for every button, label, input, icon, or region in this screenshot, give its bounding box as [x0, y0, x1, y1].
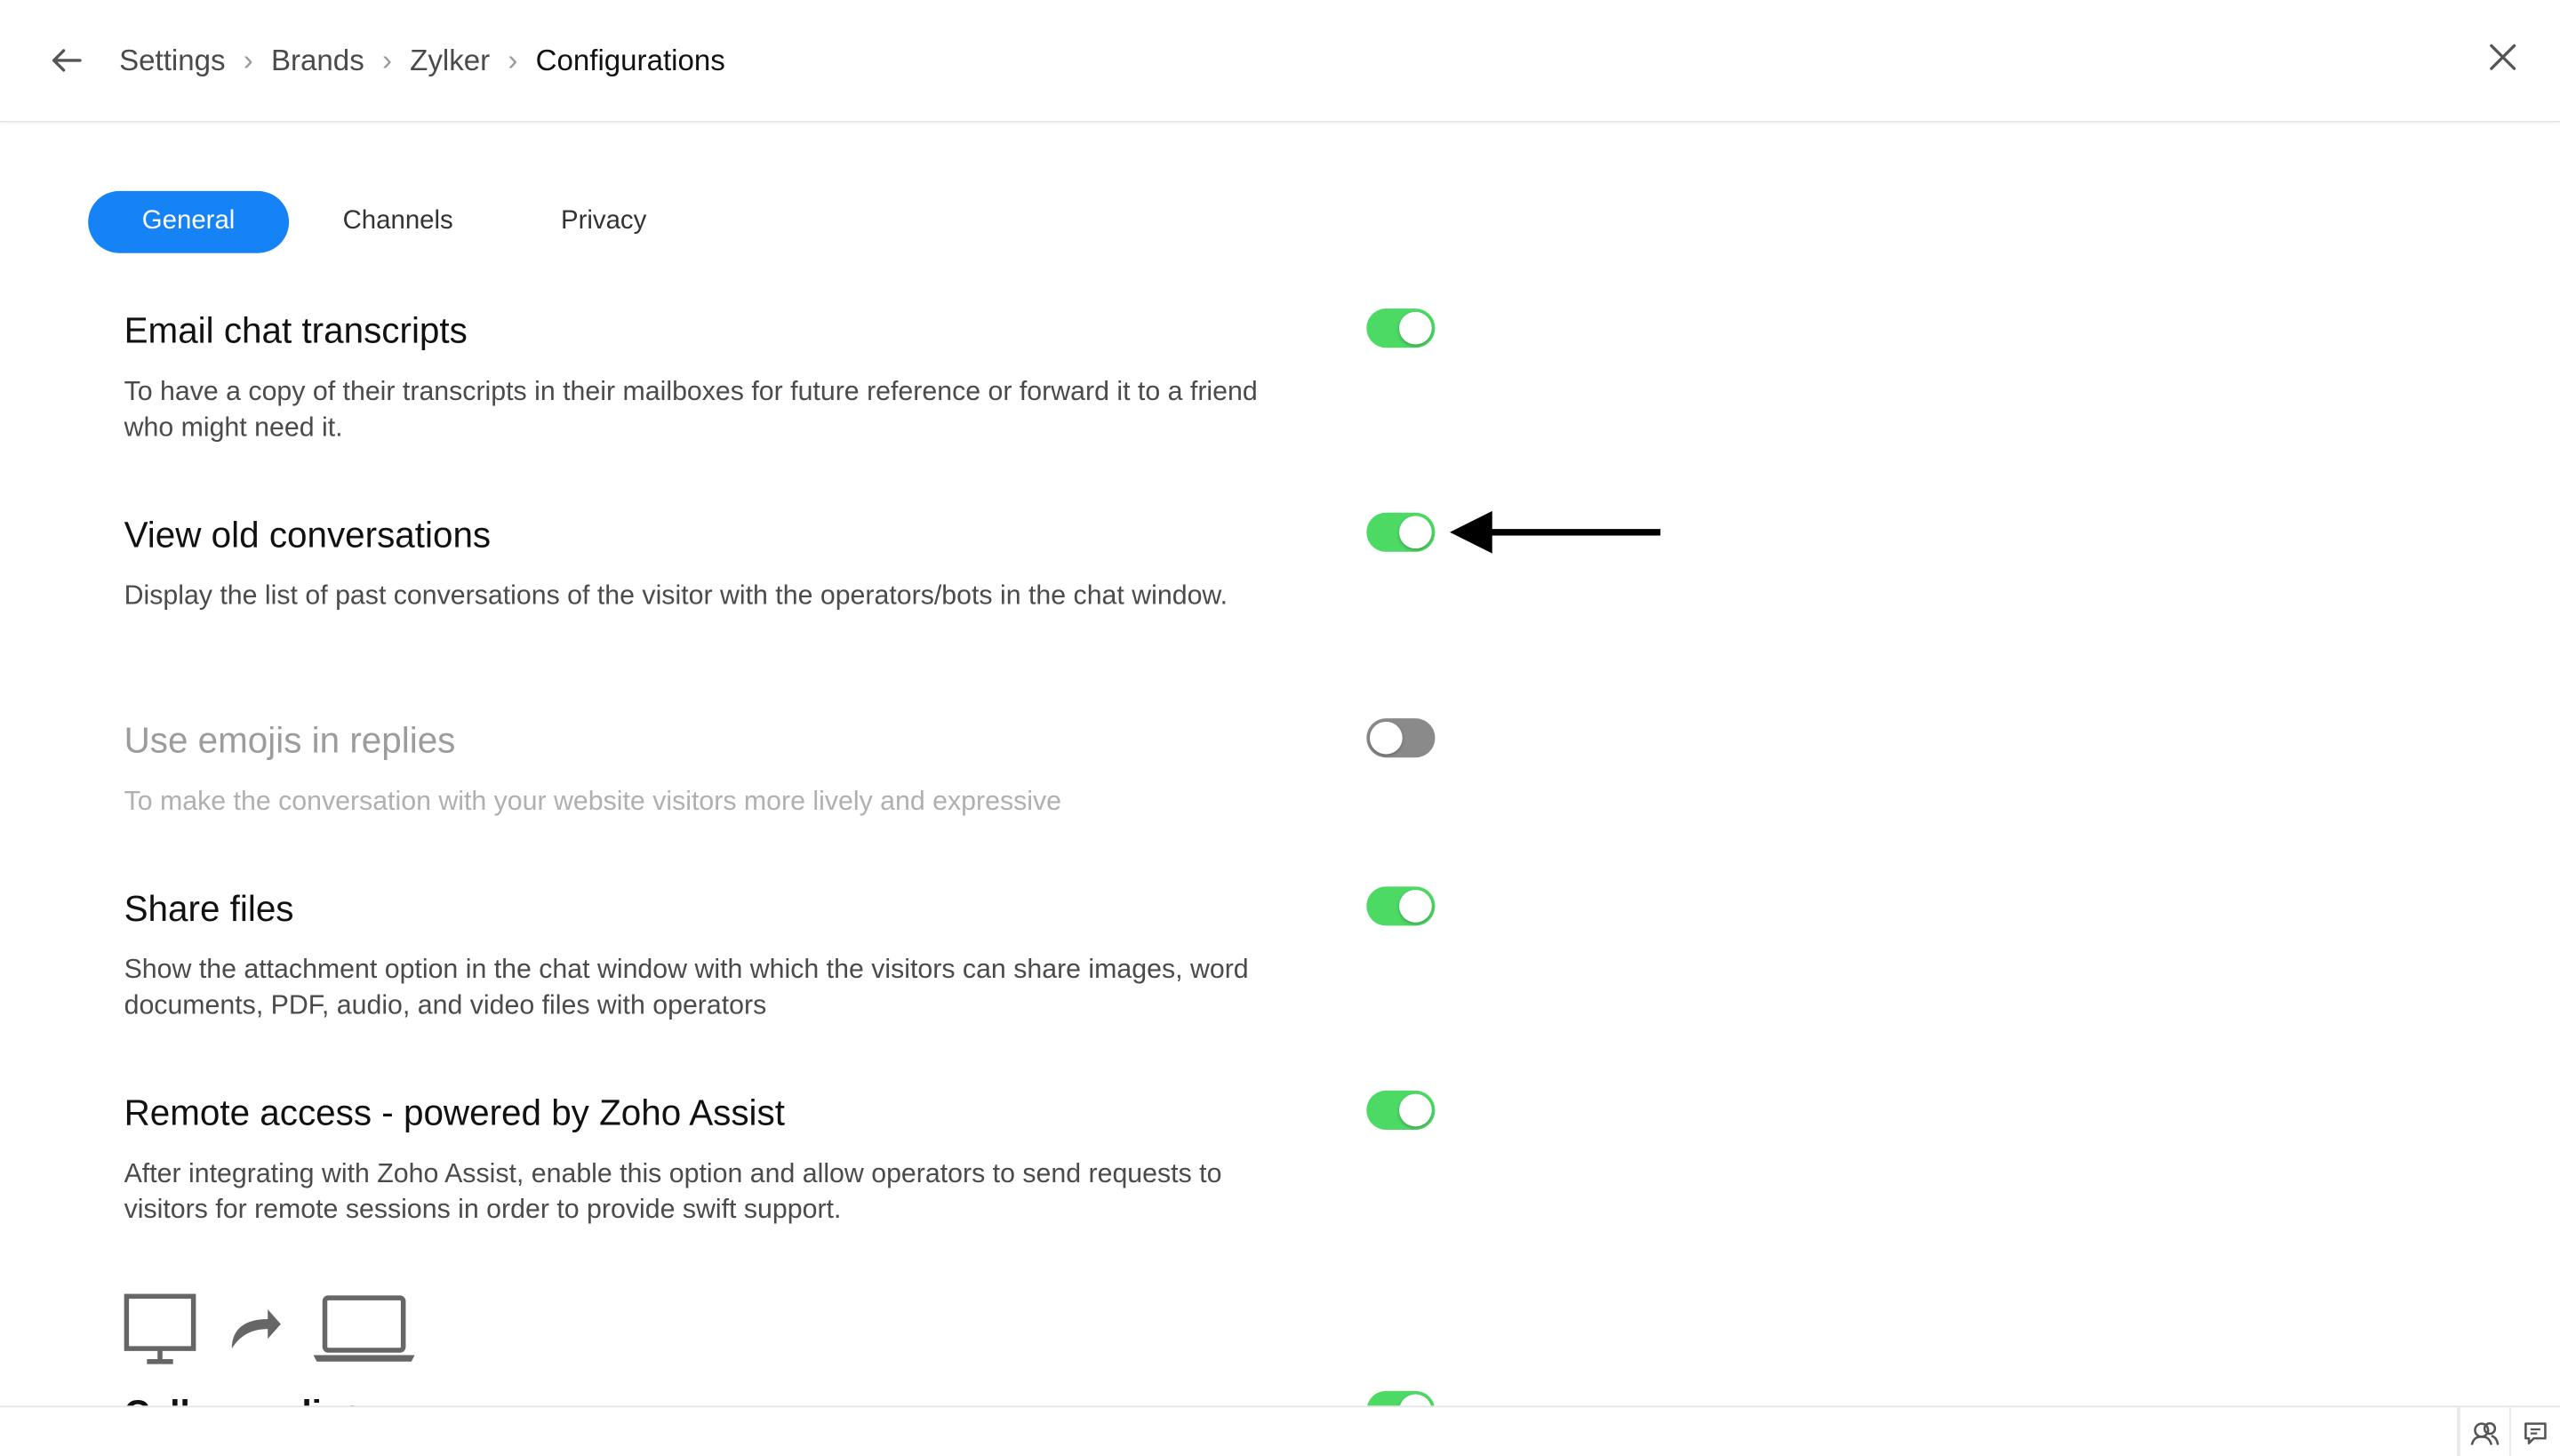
toggle-email-chat-transcripts[interactable]	[1366, 308, 1436, 348]
tab-general[interactable]: General	[88, 190, 289, 253]
breadcrumb-separator: ›	[381, 43, 392, 76]
monitor-icon	[124, 1293, 196, 1364]
breadcrumb-zylker[interactable]: Zylker	[410, 44, 490, 78]
toggle-knob	[1399, 516, 1432, 549]
setting-email-chat-transcripts: Email chat transcripts To have a copy of…	[124, 308, 1300, 445]
setting-description: To make the conversation with your websi…	[124, 787, 1061, 817]
tab-privacy[interactable]: Privacy	[507, 191, 700, 253]
close-icon	[2490, 44, 2516, 70]
setting-use-emojis: Use emojis in replies To make the conver…	[124, 718, 1300, 820]
close-button[interactable]	[2484, 39, 2520, 75]
share-arrow-icon	[231, 1309, 281, 1349]
annotation-arrow-icon	[1449, 510, 1660, 554]
tab-bar: General Channels Privacy	[88, 190, 700, 253]
setting-title: Email chat transcripts	[124, 309, 468, 351]
toggle-knob	[1399, 890, 1432, 923]
setting-title: Share files	[124, 888, 294, 930]
breadcrumb-brands[interactable]: Brands	[271, 44, 364, 78]
remote-access-illustration	[124, 1293, 415, 1364]
setting-description: After integrating with Zoho Assist, enab…	[124, 1159, 1222, 1225]
breadcrumb: Settings › Brands › Zylker › Configurati…	[119, 39, 725, 82]
setting-title: Remote access - powered by Zoho Assist	[124, 1092, 785, 1133]
header-bar: Settings › Brands › Zylker › Configurati…	[0, 0, 2560, 123]
breadcrumb-configurations: Configurations	[535, 43, 725, 76]
setting-view-old-conversations: View old conversations Display the list …	[124, 513, 1300, 614]
setting-title: Use emojis in replies	[124, 719, 456, 761]
setting-share-files: Share files Show the attachment option i…	[124, 886, 1300, 1023]
toggle-knob	[1399, 1093, 1432, 1127]
setting-title: View old conversations	[124, 514, 492, 556]
toggle-remote-access[interactable]	[1366, 1090, 1436, 1130]
setting-description: Display the list of past conversations o…	[124, 580, 1228, 611]
toggle-knob	[1369, 721, 1403, 755]
tab-channels[interactable]: Channels	[289, 191, 507, 253]
settings-page: Settings › Brands › Zylker › Configurati…	[0, 0, 2560, 1456]
breadcrumb-separator: ›	[243, 43, 253, 76]
breadcrumb-settings[interactable]: Settings	[119, 44, 225, 78]
footer-icon-group	[2457, 1407, 2560, 1456]
toggle-use-emojis[interactable]	[1366, 718, 1436, 758]
people-search-button[interactable]	[2459, 1407, 2509, 1456]
back-button[interactable]	[45, 39, 88, 82]
toggle-view-old-conversations[interactable]	[1366, 512, 1436, 552]
chat-button[interactable]	[2509, 1407, 2560, 1456]
setting-remote-access: Remote access - powered by Zoho Assist A…	[124, 1091, 1300, 1228]
breadcrumb-separator: ›	[508, 43, 518, 76]
people-search-icon	[2470, 1421, 2500, 1444]
toggle-knob	[1399, 311, 1432, 345]
arrow-left-icon	[52, 49, 82, 72]
setting-description: To have a copy of their transcripts in t…	[124, 377, 1258, 443]
toggle-share-files[interactable]	[1366, 886, 1436, 926]
laptop-icon	[313, 1295, 415, 1362]
setting-description: Show the attachment option in the chat w…	[124, 955, 1249, 1020]
footer-bar	[0, 1405, 2560, 1456]
chat-bubble-icon	[2524, 1421, 2547, 1444]
